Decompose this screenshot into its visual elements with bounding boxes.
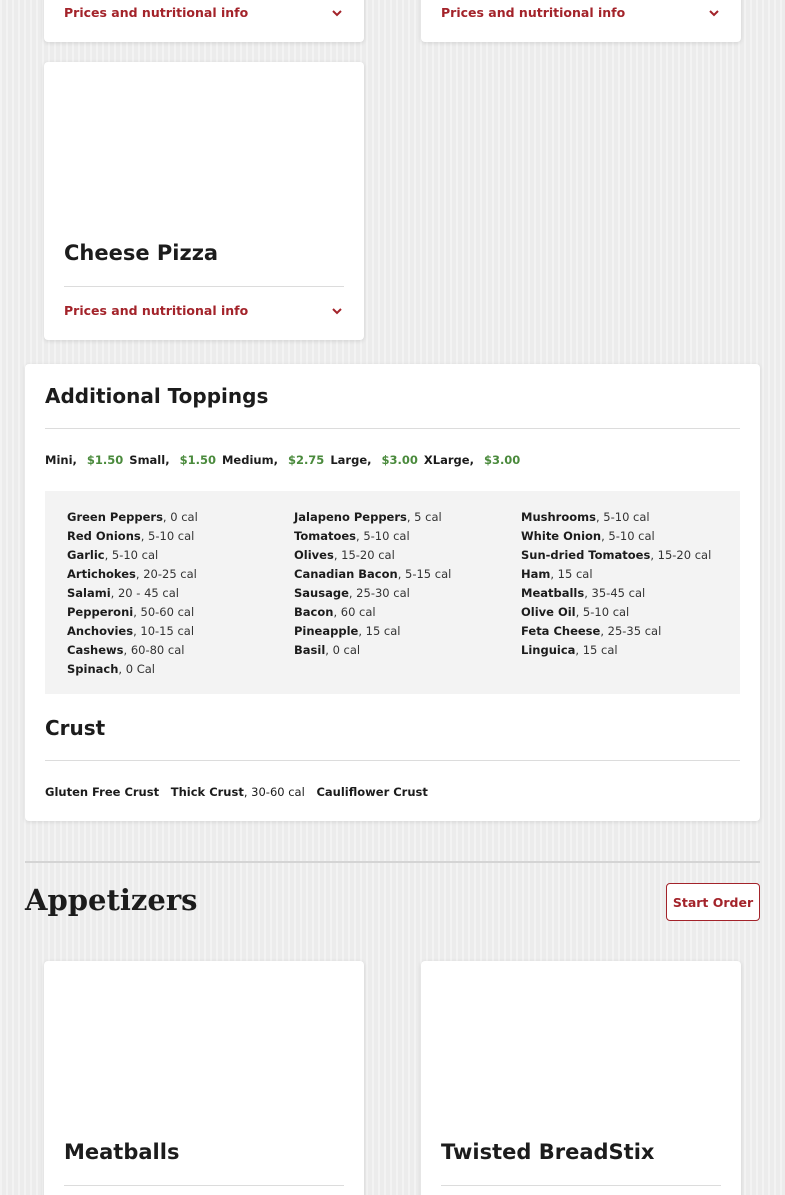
toppings-column: Green Peppers, 0 cal Red Onions, 5-10 ca…	[67, 508, 198, 679]
topping-item: Linguica, 15 cal	[521, 643, 618, 657]
chevron-down-icon	[709, 9, 719, 16]
cheese-pizza-card[interactable]: Cheese Pizza Prices and nutritional info	[44, 62, 364, 340]
topping-item: White Onion, 5-10 cal	[521, 529, 655, 543]
card-title: Twisted BreadStix	[441, 1140, 655, 1164]
topping-item: Olive Oil, 5-10 cal	[521, 605, 630, 619]
chevron-down-icon	[332, 9, 342, 16]
nutrition-info-label: Prices and nutritional info	[64, 303, 249, 318]
topping-item: Sausage, 25-30 cal	[294, 586, 410, 600]
topping-item: Pepperoni, 50-60 cal	[67, 605, 195, 619]
topping-item: Canadian Bacon, 5-15 cal	[294, 567, 452, 581]
topping-item: Mushrooms, 5-10 cal	[521, 510, 650, 524]
size-label: Small,	[129, 453, 170, 467]
toppings-panel: Additional Toppings Mini, $1.50 Small, $…	[25, 364, 760, 821]
menu-card: Prices and nutritional info	[421, 0, 741, 42]
twisted-breadstix-card[interactable]: Twisted BreadStix	[421, 961, 741, 1195]
section-divider	[25, 861, 760, 863]
topping-item: Tomatoes, 5-10 cal	[294, 529, 410, 543]
topping-item: Red Onions, 5-10 cal	[67, 529, 195, 543]
card-divider	[64, 1185, 344, 1186]
size-label: XLarge,	[423, 453, 474, 467]
menu-card: Prices and nutritional info	[44, 0, 364, 42]
topping-item: Green Peppers, 0 cal	[67, 510, 198, 524]
topping-item: Basil, 0 cal	[294, 643, 361, 657]
nutrition-info-toggle[interactable]: Prices and nutritional info	[64, 303, 344, 318]
topping-item: Sun-dried Tomatoes, 15-20 cal	[521, 548, 712, 562]
topping-item: Feta Cheese, 25-35 cal	[521, 624, 662, 638]
crust-list: Gluten Free Crust Thick Crust, 30-60 cal…	[45, 785, 436, 799]
topping-item: Pineapple, 15 cal	[294, 624, 401, 638]
card-divider	[441, 1185, 721, 1186]
appetizers-heading: Appetizers	[25, 883, 198, 917]
topping-item: Olives, 15-20 cal	[294, 548, 395, 562]
topping-item: Bacon, 60 cal	[294, 605, 376, 619]
chevron-down-icon	[332, 307, 342, 314]
card-title: Cheese Pizza	[64, 241, 219, 265]
topping-item: Artichokes, 20-25 cal	[67, 567, 197, 581]
size-label: Large,	[330, 453, 372, 467]
crust-heading: Crust	[45, 716, 106, 740]
toppings-column: Jalapeno Peppers, 5 cal Tomatoes, 5-10 c…	[294, 508, 451, 660]
toppings-list: Green Peppers, 0 cal Red Onions, 5-10 ca…	[45, 491, 740, 694]
crust-item: Thick Crust, 30-60 cal	[170, 785, 305, 799]
toppings-divider	[45, 428, 740, 429]
card-divider	[64, 286, 344, 287]
size-price: $2.75	[287, 453, 325, 467]
card-title: Meatballs	[64, 1140, 180, 1164]
topping-item: Anchovies, 10-15 cal	[67, 624, 195, 638]
size-price: $1.50	[179, 453, 216, 467]
crust-item: Gluten Free Crust	[45, 785, 160, 799]
size-label: Mini,	[45, 453, 77, 467]
nutrition-info-label: Prices and nutritional info	[441, 5, 626, 20]
size-price: $3.00	[381, 453, 418, 467]
nutrition-info-label: Prices and nutritional info	[64, 5, 249, 20]
crust-item: Cauliflower Crust	[316, 785, 428, 799]
topping-item: Salami, 20 - 45 cal	[67, 586, 179, 600]
topping-item: Spinach, 0 Cal	[67, 662, 155, 676]
nutrition-info-toggle[interactable]: Prices and nutritional info	[441, 5, 721, 20]
meatballs-card[interactable]: Meatballs	[44, 961, 364, 1195]
topping-item: Ham, 15 cal	[521, 567, 593, 581]
crust-divider	[45, 760, 740, 761]
topping-item: Garlic, 5-10 cal	[67, 548, 159, 562]
start-order-button[interactable]: Start Order	[666, 883, 760, 921]
topping-item: Cashews, 60-80 cal	[67, 643, 185, 657]
toppings-column: Mushrooms, 5-10 cal White Onion, 5-10 ca…	[521, 508, 711, 660]
size-label: Medium,	[221, 453, 278, 467]
nutrition-info-toggle[interactable]: Prices and nutritional info	[64, 5, 344, 20]
size-price: $3.00	[483, 453, 521, 467]
topping-item: Jalapeno Peppers, 5 cal	[294, 510, 442, 524]
size-price-list: Mini, $1.50 Small, $1.50 Medium, $2.75 L…	[45, 453, 526, 467]
topping-item: Meatballs, 35-45 cal	[521, 586, 646, 600]
toppings-heading: Additional Toppings	[45, 384, 269, 408]
size-price: $1.50	[86, 453, 124, 467]
